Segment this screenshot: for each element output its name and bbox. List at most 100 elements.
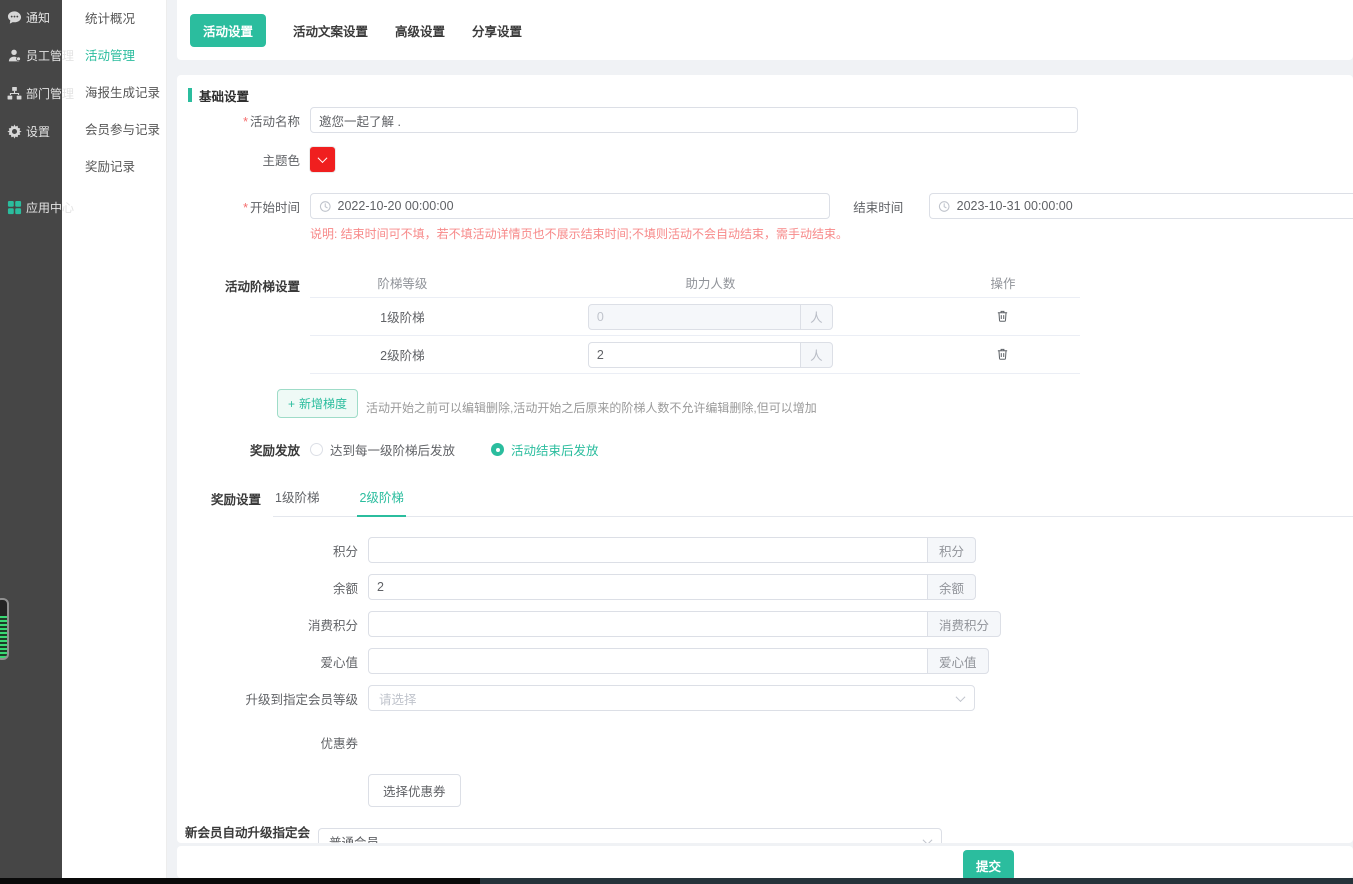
points-input[interactable] bbox=[377, 543, 919, 557]
add-ladder-button[interactable]: + 新增梯度 bbox=[277, 389, 358, 418]
activity-name-label: *活动名称 bbox=[177, 111, 310, 130]
start-time-input-wrap bbox=[310, 193, 830, 219]
tab-activity-settings[interactable]: 活动设置 bbox=[190, 14, 266, 47]
time-row: *开始时间 结束时间 bbox=[177, 193, 1353, 219]
coupon-button-row: 选择优惠券 bbox=[177, 774, 1353, 807]
new-member-level-select[interactable]: 普通会员 bbox=[318, 828, 942, 843]
unit-suffix: 人 bbox=[800, 342, 833, 368]
sidebar-item-departments[interactable]: 部门管理 bbox=[0, 82, 62, 104]
ladder-settings-label: 活动阶梯设置 bbox=[177, 268, 310, 295]
radio-icon bbox=[310, 443, 323, 456]
tab-ladder-1[interactable]: 1级阶梯 bbox=[273, 481, 321, 517]
reward-release-row: 奖励发放 达到每一级阶梯后发放 活动结束后发放 bbox=[177, 440, 1353, 459]
love-value-label: 爱心值 bbox=[177, 652, 368, 671]
radio-release-per-ladder[interactable]: 达到每一级阶梯后发放 bbox=[310, 440, 455, 459]
end-time-input[interactable] bbox=[957, 199, 1345, 213]
points-input-wrap bbox=[368, 537, 928, 563]
required-mark: * bbox=[243, 115, 248, 129]
tab-share-settings[interactable]: 分享设置 bbox=[472, 21, 522, 40]
helpers-input-wrap bbox=[588, 304, 801, 330]
helpers-count-input bbox=[597, 310, 792, 324]
trash-icon bbox=[996, 309, 1009, 323]
start-time-label: *开始时间 bbox=[177, 197, 310, 216]
upgrade-level-select[interactable]: 请选择 bbox=[368, 685, 975, 711]
love-value-suffix: 爱心值 bbox=[927, 648, 989, 674]
clock-icon bbox=[319, 200, 332, 213]
notification-icon bbox=[7, 10, 22, 25]
balance-suffix: 余额 bbox=[927, 574, 976, 600]
trash-icon bbox=[996, 347, 1009, 361]
chevron-down-icon bbox=[956, 692, 966, 702]
submenu-item-reward-records[interactable]: 奖励记录 bbox=[62, 156, 166, 178]
helpers-input-wrap bbox=[588, 342, 801, 368]
balance-input[interactable] bbox=[377, 580, 919, 594]
unit-suffix: 人 bbox=[800, 304, 833, 330]
tab-ladder-2[interactable]: 2级阶梯 bbox=[357, 481, 405, 517]
delete-ladder-button[interactable] bbox=[994, 307, 1011, 325]
balance-label: 余额 bbox=[177, 578, 368, 597]
coupon-label: 优惠券 bbox=[177, 733, 368, 752]
plus-icon: + bbox=[288, 397, 295, 411]
submenu-item-member-participation[interactable]: 会员参与记录 bbox=[62, 119, 166, 141]
ladder-settings-row: 活动阶梯设置 阶梯等级 助力人数 操作 1级阶梯 bbox=[177, 268, 1353, 374]
submit-button[interactable]: 提交 bbox=[963, 850, 1014, 881]
end-time-label: 结束时间 bbox=[830, 197, 929, 216]
consume-points-input-wrap bbox=[368, 611, 928, 637]
settings-tab-bar: 活动设置 活动文案设置 高级设置 分享设置 bbox=[177, 0, 1353, 60]
sidebar-item-app-center[interactable]: 应用中心 bbox=[0, 196, 62, 218]
submenu-item-poster-records[interactable]: 海报生成记录 bbox=[62, 82, 166, 104]
consume-points-input[interactable] bbox=[377, 617, 919, 631]
main-content: 活动设置 活动文案设置 高级设置 分享设置 基础设置 *活动名称 主题色 bbox=[167, 0, 1353, 884]
points-row: 积分 积分 bbox=[177, 537, 1353, 563]
new-member-level-row: 新会员自动升级指定会员等级 普通会员 bbox=[177, 822, 1353, 843]
delete-ladder-button[interactable] bbox=[994, 345, 1011, 363]
department-icon bbox=[7, 86, 22, 101]
required-mark: * bbox=[243, 201, 248, 215]
reward-ladder-tabs: 1级阶梯 2级阶梯 bbox=[273, 481, 1353, 517]
love-value-input-wrap bbox=[368, 648, 928, 674]
theme-color-row: 主题色 bbox=[177, 147, 1353, 172]
theme-color-picker[interactable] bbox=[310, 147, 335, 172]
love-value-input[interactable] bbox=[377, 654, 919, 668]
reward-settings-label: 奖励设置 bbox=[177, 489, 273, 517]
chevron-down-icon bbox=[318, 153, 328, 163]
ladder-col-level: 阶梯等级 bbox=[310, 273, 495, 292]
select-coupon-button[interactable]: 选择优惠券 bbox=[368, 774, 461, 807]
basic-settings-card: 基础设置 *活动名称 主题色 *开始时间 bbox=[177, 75, 1353, 843]
chevron-down-icon bbox=[923, 835, 933, 843]
points-suffix: 积分 bbox=[927, 537, 976, 563]
helpers-count-input[interactable] bbox=[597, 348, 792, 362]
end-time-input-wrap bbox=[929, 193, 1353, 219]
tab-advanced-settings[interactable]: 高级设置 bbox=[395, 21, 445, 40]
upgrade-level-label: 升级到指定会员等级 bbox=[177, 689, 368, 708]
clock-icon bbox=[938, 200, 950, 213]
activity-name-input[interactable] bbox=[319, 113, 1069, 127]
sidebar-item-label: 设置 bbox=[26, 123, 50, 140]
bottom-taskbar-strip bbox=[0, 878, 1353, 884]
sidebar-item-label: 通知 bbox=[26, 9, 50, 26]
ladder-table: 阶梯等级 助力人数 操作 1级阶梯 人 bbox=[310, 268, 1080, 374]
radio-release-after-end[interactable]: 活动结束后发放 bbox=[491, 440, 599, 459]
helpers-input-group: 人 bbox=[588, 342, 833, 368]
sidebar-item-notifications[interactable]: 通知 bbox=[0, 6, 62, 28]
employee-icon bbox=[7, 48, 22, 63]
mini-equalizer-widget bbox=[0, 598, 9, 660]
new-member-level-label: 新会员自动升级指定会员等级 bbox=[177, 822, 314, 843]
start-time-input[interactable] bbox=[338, 199, 822, 213]
consume-points-label: 消费积分 bbox=[177, 615, 368, 634]
ladder-col-actions: 操作 bbox=[926, 273, 1080, 292]
radio-icon bbox=[491, 443, 504, 456]
sidebar-item-employees[interactable]: 员工管理 bbox=[0, 44, 62, 66]
gear-icon bbox=[7, 124, 22, 139]
admin-activity-settings-page: 通知 员工管理 部门管理 设置 应用中心 bbox=[0, 0, 1353, 884]
points-label: 积分 bbox=[177, 541, 368, 560]
love-value-row: 爱心值 爱心值 bbox=[177, 648, 1353, 674]
module-submenu: 统计概况 活动管理 海报生成记录 会员参与记录 奖励记录 bbox=[62, 0, 167, 884]
tab-activity-copy-settings[interactable]: 活动文案设置 bbox=[293, 21, 368, 40]
submenu-item-stats-overview[interactable]: 统计概况 bbox=[62, 8, 166, 30]
sidebar-item-label: 部门管理 bbox=[26, 85, 74, 102]
sidebar-item-settings[interactable]: 设置 bbox=[0, 120, 62, 142]
add-ladder-row: + 新增梯度 活动开始之前可以编辑删除,活动开始之后原来的阶梯人数不允许编辑删除… bbox=[177, 389, 1353, 418]
submenu-item-activity-management[interactable]: 活动管理 bbox=[62, 45, 166, 67]
app-sidebar: 通知 员工管理 部门管理 设置 应用中心 bbox=[0, 0, 62, 884]
